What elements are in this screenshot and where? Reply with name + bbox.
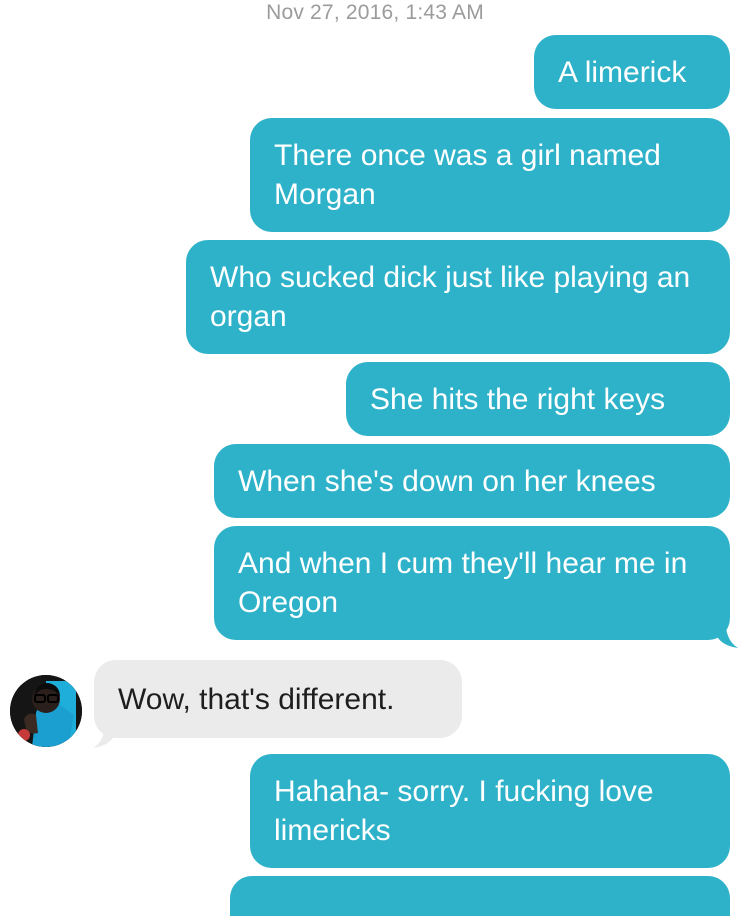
- message-bubble-outgoing[interactable]: Who sucked dick just like playing an org…: [186, 240, 730, 354]
- message-bubble-outgoing[interactable]: And when I cum they'll hear me in Oregon: [214, 526, 730, 640]
- bubble-tail: [718, 628, 738, 648]
- message-text: A limerick: [558, 55, 687, 89]
- message-text: Hahaha- sorry. I fucking love limericks: [274, 775, 654, 847]
- message-bubble-outgoing-partial[interactable]: [230, 876, 730, 916]
- contact-avatar[interactable]: [10, 675, 82, 747]
- message-text: There once was a girl named Morgan: [274, 139, 661, 211]
- message-bubble-outgoing[interactable]: When she's down on her knees: [214, 444, 730, 518]
- message-text: And when I cum they'll hear me in Oregon: [238, 547, 688, 619]
- message-text: She hits the right keys: [370, 382, 666, 416]
- message-text: Wow, that's different.: [118, 682, 395, 716]
- message-bubble-outgoing[interactable]: There once was a girl named Morgan: [250, 118, 730, 232]
- bubble-tail: [93, 728, 113, 748]
- message-bubble-incoming[interactable]: Wow, that's different.: [94, 660, 462, 738]
- message-bubble-outgoing[interactable]: Hahaha- sorry. I fucking love limericks: [250, 754, 730, 868]
- message-bubble-outgoing[interactable]: She hits the right keys: [346, 362, 730, 436]
- avatar-image: [10, 675, 82, 747]
- message-text: Who sucked dick just like playing an org…: [210, 261, 691, 333]
- message-bubble-outgoing[interactable]: A limerick: [534, 35, 730, 109]
- chat-timestamp: Nov 27, 2016, 1:43 AM: [266, 1, 484, 24]
- message-text: When she's down on her knees: [238, 464, 656, 498]
